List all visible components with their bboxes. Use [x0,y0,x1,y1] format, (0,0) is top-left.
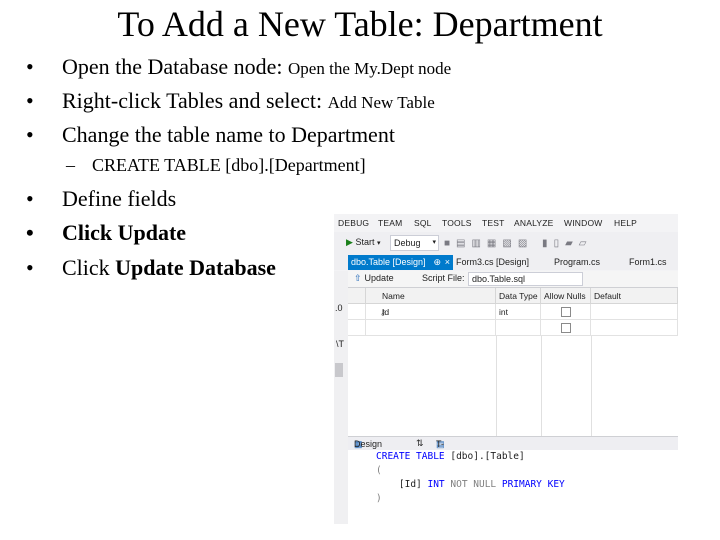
tab-form3-design[interactable]: Form3.cs [Design] [456,257,529,267]
cell-name[interactable]: Id [366,304,496,320]
grid-line [591,336,592,436]
cell-name[interactable] [366,320,496,336]
scroll-marker [335,363,343,377]
play-icon: ▶ [346,237,353,247]
tab-program-cs[interactable]: Program.cs [554,257,600,267]
allow-nulls-checkbox[interactable] [561,323,571,333]
visual-studio-screenshot: DEBUG TEAM SQL TOOLS TEST ANALYZE WINDOW… [334,214,678,524]
column-header-allow-nulls[interactable]: Allow Nulls [541,288,591,304]
bullet-click-update: • Click Update [26,220,187,245]
column-header-data-type[interactable]: Data Type [496,288,541,304]
update-button[interactable]: ⇧ Update [354,273,394,284]
grid-line [541,336,542,436]
bullet-click-update-database: • Click Update Database [26,255,276,280]
menu-debug[interactable]: DEBUG [338,218,369,228]
menu-test[interactable]: TEST [482,218,505,228]
bullet-change-name: • Change the table name to Department [26,122,395,147]
row-selector[interactable] [348,304,366,320]
cell-data-type[interactable] [496,320,541,336]
close-icon[interactable]: × [445,255,450,270]
code-line-4: ) [376,493,382,504]
menu-sql[interactable]: SQL [414,218,432,228]
row-selector[interactable] [348,320,366,336]
menu-tools[interactable]: TOOLS [442,218,472,228]
designer-toolbar: ⇧ Update Script File: dbo.Table.sql [348,271,678,288]
script-file-label: Script File: [422,273,465,283]
document-tabs: dbo.Table [Design] ⊕ × Form3.cs [Design]… [334,254,678,270]
tab-dbo-table-design[interactable]: dbo.Table [Design] ⊕ × [348,255,453,270]
column-header-name[interactable]: Name [366,288,496,304]
bullet-define-fields: • Define fields [26,186,177,211]
menu-team[interactable]: TEAM [378,218,402,228]
chevron-down-icon: ▾ [376,240,381,247]
menu-window[interactable]: WINDOW [564,218,603,228]
pane-tabs: ▦ Design ⇅ ▤ T-SQL [348,436,678,459]
allow-nulls-checkbox[interactable] [561,307,571,317]
grid-line [496,336,497,436]
cell-data-type[interactable]: int [496,304,541,320]
bullet-open-database: • Open the Database node: Open the My.Dep… [26,54,452,79]
cell-default[interactable] [591,320,678,336]
tsql-editor[interactable]: CREATE TABLE [dbo].[Table] ( [Id] INT NO… [348,450,678,524]
column-header-default[interactable]: Default [591,288,678,304]
left-gutter: .0 \T [334,271,349,524]
cell-default[interactable] [591,304,678,320]
slide-title: To Add a New Table: Department [117,4,603,44]
code-line-3: [Id] INT NOT NULL PRIMARY KEY [376,479,565,490]
script-file-input[interactable]: dbo.Table.sql [468,272,583,286]
row-header-corner [348,288,366,304]
configuration-dropdown[interactable]: Debug ▾ [390,235,439,251]
menu-help[interactable]: HELP [614,218,637,228]
menu-analyze[interactable]: ANALYZE [514,218,554,228]
cell-allow-nulls[interactable] [541,320,591,336]
toolbar-icons[interactable]: ■▤▥▦▧▨ ▮▯▰▱ [444,238,592,249]
sub-bullet-create-table: – CREATE TABLE [dbo].[Department] [66,155,366,175]
code-line-2: ( [376,465,382,476]
code-line-1: CREATE TABLE [dbo].[Table] [376,451,525,462]
update-icon: ⇧ [354,273,362,283]
bullet-right-click-tables: • Right-click Tables and select: Add New … [26,88,435,113]
cell-allow-nulls[interactable] [541,304,591,320]
pin-icon[interactable]: ⊕ [433,255,441,270]
toolbar: ▶ Start ▾ Debug ▾ ■▤▥▦▧▨ ▮▯▰▱ [334,232,678,255]
swap-panes-icon[interactable]: ⇅ [416,438,424,449]
tab-form1-cs[interactable]: Form1.cs [629,257,667,267]
chevron-down-icon: ▾ [432,239,436,246]
menu-bar: DEBUG TEAM SQL TOOLS TEST ANALYZE WINDOW… [334,214,678,232]
columns-grid: Name Data Type Allow Nulls Default ⚷ Id … [348,288,678,438]
start-button[interactable]: ▶ Start ▾ [346,237,380,248]
